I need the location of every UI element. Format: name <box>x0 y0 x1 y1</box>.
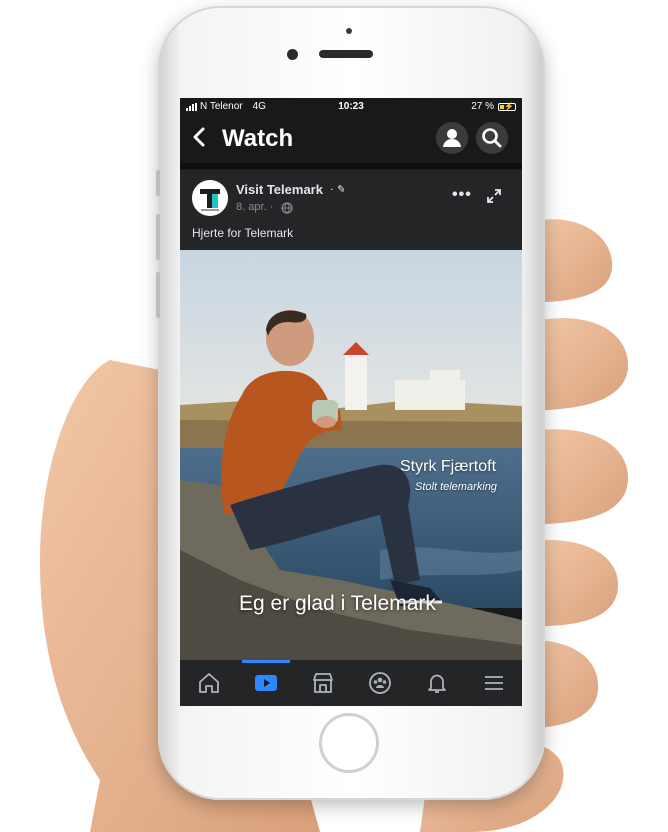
tab-watch[interactable] <box>237 660 294 706</box>
expand-icon[interactable] <box>486 188 502 209</box>
tab-notifications[interactable] <box>408 660 465 706</box>
post-caption: Hjerte for Telemark <box>192 226 294 240</box>
more-options-icon[interactable]: ••• <box>452 186 472 204</box>
marketplace-icon <box>312 673 333 693</box>
bottom-tab-bar <box>180 660 522 706</box>
post-date: 8. apr. · <box>236 201 274 213</box>
overlay-subtitle: Stolt telemarking <box>415 481 497 493</box>
person-icon <box>443 129 461 147</box>
watch-header: Watch <box>180 116 522 163</box>
post-header: Visit Telemark · ✎ 8. apr. · ••• Hjerte … <box>180 170 522 250</box>
feather-icon: · ✎ <box>330 182 346 201</box>
tab-marketplace[interactable] <box>294 660 351 706</box>
status-bar: N Telenor 4G 10:23 27 % ⚡ <box>180 98 522 115</box>
search-icon <box>482 128 502 148</box>
profile-button[interactable] <box>436 122 468 154</box>
home-button[interactable] <box>319 713 379 773</box>
sensor-dot <box>346 28 352 34</box>
home-icon <box>198 673 219 693</box>
groups-icon <box>368 672 391 694</box>
mute-switch <box>156 170 160 196</box>
page-title: Watch <box>222 125 294 152</box>
earpiece-speaker <box>319 50 373 58</box>
bell-icon <box>427 674 446 693</box>
volume-down-button <box>156 272 160 318</box>
overlay-name: Styrk Fjærtoft <box>400 458 497 475</box>
overlay-caption: Eg er glad i Telemark <box>239 592 436 615</box>
tab-menu[interactable] <box>465 660 522 706</box>
volume-up-button <box>156 214 160 260</box>
front-camera <box>287 49 298 60</box>
menu-icon <box>484 676 503 690</box>
tab-home[interactable] <box>180 660 237 706</box>
chevron-left-icon[interactable] <box>192 126 206 152</box>
page-name[interactable]: Visit Telemark <box>236 182 323 197</box>
search-button[interactable] <box>476 122 508 154</box>
avatar[interactable] <box>192 180 228 216</box>
watch-icon <box>254 675 277 691</box>
video-player[interactable]: Styrk Fjærtoft Stolt telemarking Eg er g… <box>180 250 522 660</box>
battery-icon: ⚡ <box>498 102 516 111</box>
globe-icon <box>281 201 293 219</box>
tab-groups[interactable] <box>351 660 408 706</box>
svg-text:· ✎: · ✎ <box>330 183 344 196</box>
phone-screen: N Telenor 4G 10:23 27 % ⚡ Watch Visit Te… <box>180 98 522 706</box>
battery-percent: 27 % <box>471 101 494 112</box>
section-divider <box>180 163 522 169</box>
